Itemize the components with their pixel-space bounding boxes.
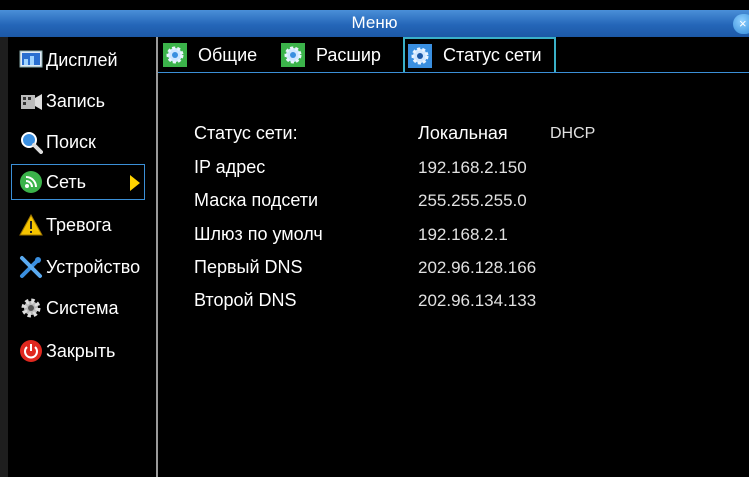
close-button[interactable]: × (733, 14, 749, 34)
dns1-label: Первый DNS (194, 257, 303, 277)
sidebar-item-label: Дисплей (46, 49, 118, 70)
sidebar-item-label: Запись (46, 90, 106, 111)
settings-tab-icon (407, 43, 433, 69)
sidebar: Дисплей Запись Поиск Сеть Тревога Устрой… (8, 37, 156, 477)
sidebar-item-network[interactable]: Сеть (11, 164, 145, 200)
tab-bar: Общие Расшир Статус сети (158, 37, 749, 73)
left-edge (0, 37, 8, 477)
record-icon (18, 88, 44, 114)
tab-label: Статус сети (443, 45, 542, 65)
settings-tab-icon (280, 42, 306, 68)
ip-label: IP адрес (194, 157, 266, 177)
gear-icon (18, 295, 44, 321)
search-icon (18, 129, 44, 155)
tab-network-status[interactable]: Статус сети (403, 37, 556, 72)
ip-value: 192.168.2.150 (418, 158, 527, 177)
network-mode: DHCP (550, 125, 596, 142)
dns2-label: Второй DNS (194, 290, 297, 310)
dns1-value: 202.96.128.166 (418, 258, 537, 277)
tab-label: Расшир (316, 44, 381, 65)
sidebar-item-record[interactable]: Запись (12, 83, 158, 119)
display-icon (18, 47, 44, 73)
tab-label: Общие (198, 44, 258, 65)
mask-value: 255.255.255.0 (418, 191, 527, 210)
sidebar-item-label: Поиск (46, 131, 96, 152)
selected-arrow-icon (130, 175, 140, 191)
power-icon (18, 338, 44, 364)
sidebar-item-device[interactable]: Устройство (12, 249, 158, 285)
sidebar-item-label: Устройство (46, 256, 141, 277)
mask-label: Маска подсети (194, 190, 319, 210)
tab-general[interactable]: Общие (162, 39, 257, 71)
gateway-label: Шлюз по умолч (194, 224, 323, 244)
sidebar-item-label: Закрыть (46, 340, 116, 361)
alarm-icon (18, 212, 44, 238)
sidebar-item-display[interactable]: Дисплей (12, 42, 158, 78)
sidebar-item-label: Система (46, 297, 119, 318)
window-titlebar: Меню × (0, 10, 749, 37)
sidebar-item-label: Сеть (46, 171, 87, 192)
network-status-panel: Статус сети: Локальная DHCP IP адрес 192… (158, 73, 749, 477)
settings-tab-icon (162, 42, 188, 68)
sidebar-item-close[interactable]: Закрыть (12, 333, 158, 369)
sidebar-item-search[interactable]: Поиск (12, 124, 158, 160)
tab-advanced[interactable]: Расшир (280, 39, 381, 71)
window-title: Меню (351, 13, 398, 32)
gateway-value: 192.168.2.1 (418, 225, 508, 244)
sidebar-item-alarm[interactable]: Тревога (12, 207, 158, 243)
network-status-value: Локальная (418, 123, 508, 143)
sidebar-item-label: Тревога (46, 214, 112, 235)
device-tools-icon (18, 254, 44, 280)
dns2-value: 202.96.134.133 (418, 291, 537, 310)
sidebar-item-system[interactable]: Система (12, 290, 158, 326)
network-status-label: Статус сети: (194, 123, 298, 143)
network-icon (18, 169, 44, 195)
